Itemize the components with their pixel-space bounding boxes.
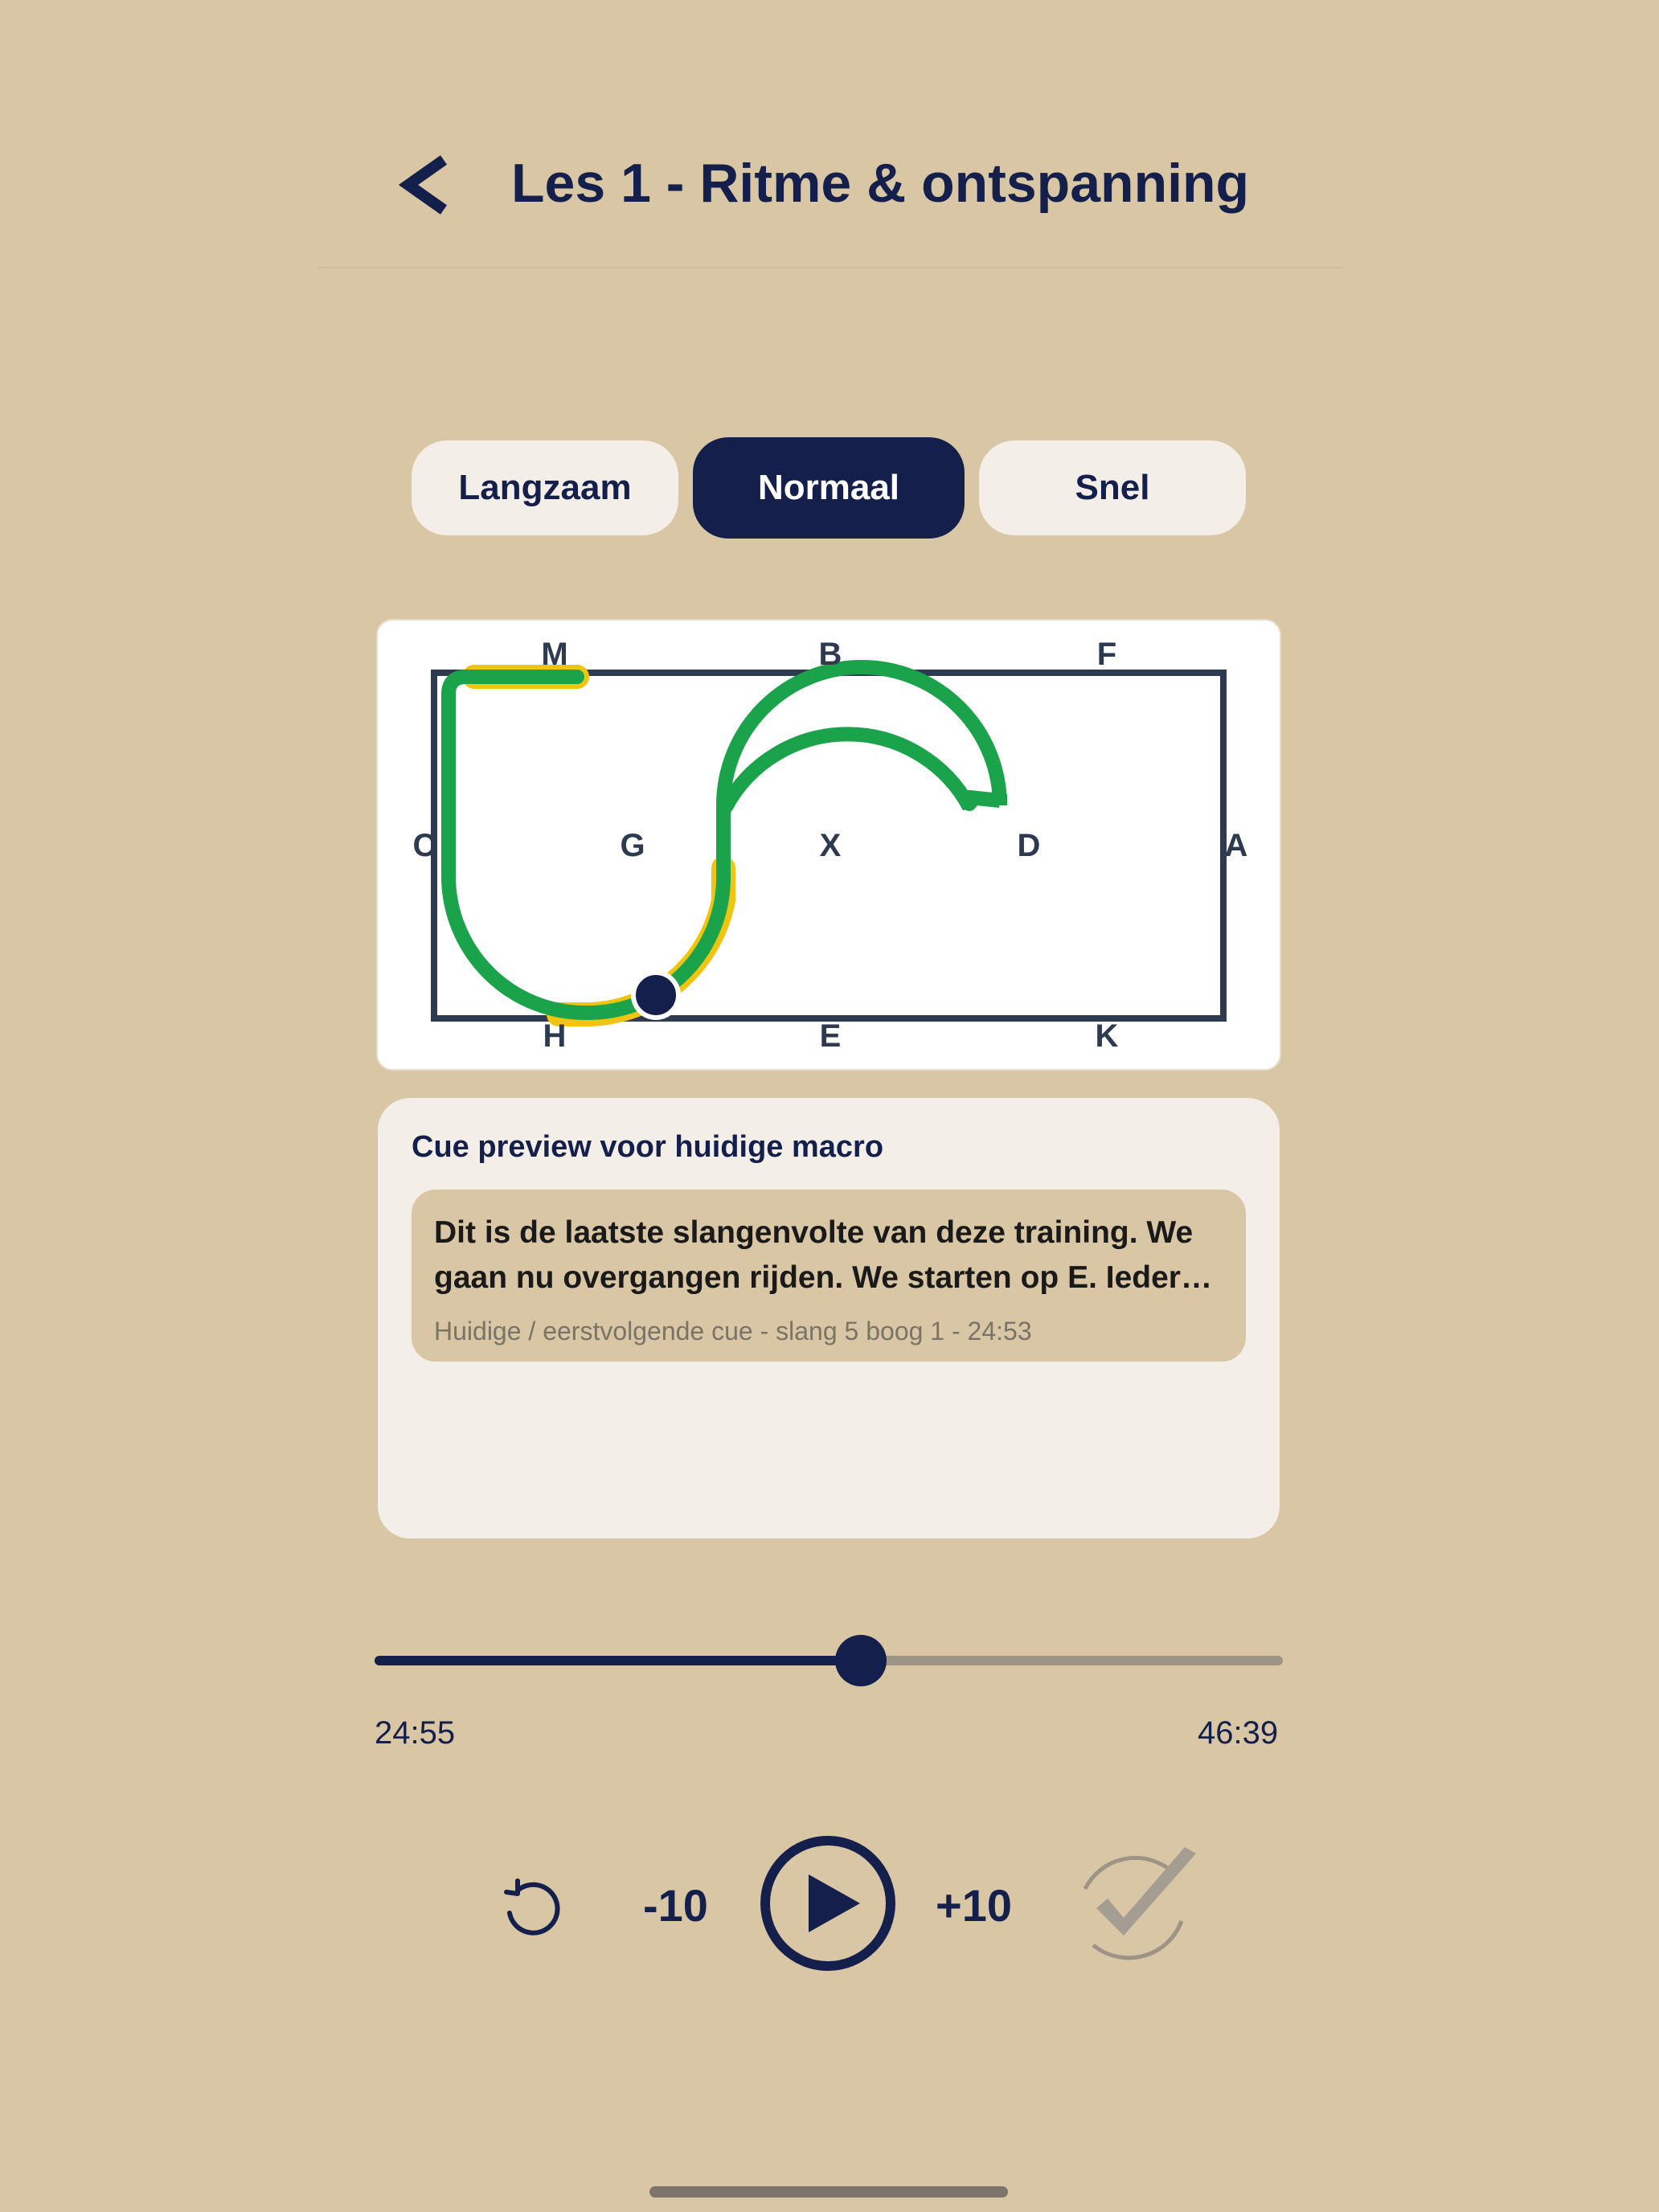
cue-meta: Huidige / eerstvolgende cue - slang 5 bo… [434, 1317, 1032, 1346]
total-time: 46:39 [1198, 1715, 1279, 1751]
cue-item[interactable]: Dit is de laatste slangenvolte van deze … [412, 1190, 1246, 1362]
cue-preview-card: Cue preview voor huidige macro Dit is de… [378, 1098, 1280, 1538]
arena-letter-f: F [1097, 637, 1116, 672]
route-path [441, 660, 1007, 1020]
arena-svg: M B F C G X D A H E K [413, 637, 1248, 1054]
arena-letter-k: K [1096, 1018, 1119, 1054]
arena-letter-m: M [541, 637, 567, 672]
home-indicator [649, 2186, 1008, 2198]
arena-letter-h: H [543, 1018, 567, 1054]
arena-letter-c: C [413, 828, 436, 863]
cue-preview-title: Cue preview voor huidige macro [412, 1130, 884, 1164]
cue-text: Dit is de laatste slangenvolte van deze … [434, 1215, 1212, 1295]
arena-letter-g: G [620, 828, 645, 863]
back-button[interactable] [394, 149, 466, 221]
checkmark-icon [1083, 1847, 1196, 1960]
speed-normaal-button[interactable]: Normaal [693, 437, 965, 539]
complete-lesson-button[interactable] [1061, 1841, 1209, 1969]
header: Les 1 - Ritme & ontspanning [0, 0, 1659, 273]
arena-letter-a: A [1225, 828, 1248, 863]
arena-letter-x: X [820, 828, 842, 863]
rider-position-marker [631, 970, 681, 1020]
progress-slider[interactable] [375, 1632, 1283, 1688]
header-divider [317, 267, 1342, 268]
skip-forward-10-button[interactable]: +10 [936, 1879, 1012, 1931]
play-button[interactable] [759, 1834, 897, 1972]
progress-fill [375, 1656, 861, 1665]
progress-thumb[interactable] [834, 1635, 887, 1686]
speed-snel-button[interactable]: Snel [979, 440, 1246, 535]
play-icon [760, 1836, 895, 1971]
restart-button[interactable] [497, 1873, 566, 1942]
arena-letter-b: B [819, 637, 842, 672]
arena-diagram: M B F C G X D A H E K [376, 619, 1281, 1071]
chevron-left-icon [398, 155, 448, 215]
page-title: Les 1 - Ritme & ontspanning [511, 153, 1250, 214]
elapsed-time: 24:55 [375, 1715, 456, 1751]
speed-langzaam-button[interactable]: Langzaam [412, 440, 678, 535]
restart-icon [504, 1878, 560, 1936]
skip-back-10-button[interactable]: -10 [643, 1879, 708, 1931]
arena-letter-d: D [1018, 828, 1041, 863]
arena-letter-e: E [820, 1018, 842, 1054]
